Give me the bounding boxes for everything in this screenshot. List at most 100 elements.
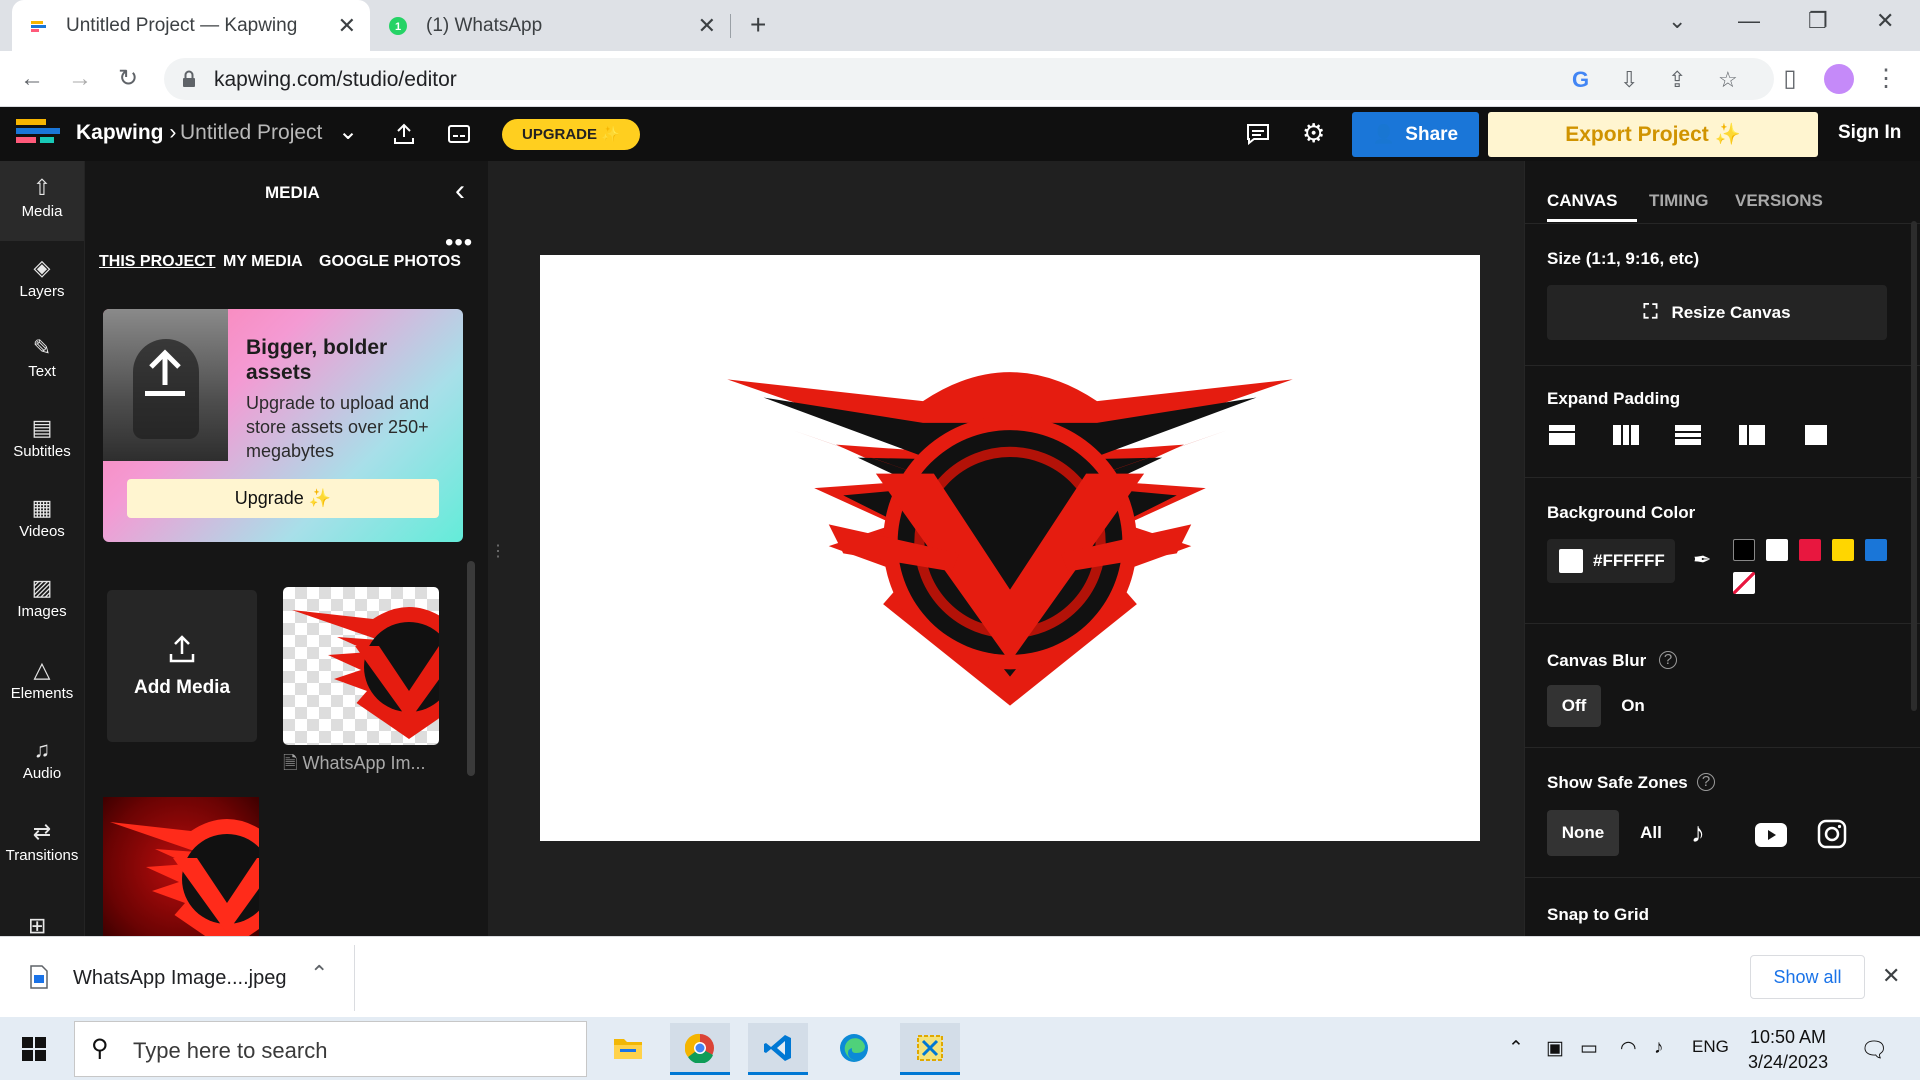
wing-emblem-image[interactable] bbox=[720, 370, 1300, 715]
install-app-icon[interactable]: ⇩ bbox=[1620, 67, 1638, 93]
tab-versions[interactable]: VERSIONS bbox=[1735, 191, 1823, 211]
edge-icon[interactable] bbox=[824, 1023, 884, 1075]
rail-item-audio[interactable]: ♫ Audio bbox=[0, 723, 84, 803]
swatch-yellow[interactable] bbox=[1832, 539, 1854, 561]
blur-off-button[interactable]: Off bbox=[1547, 685, 1601, 727]
url-text: kapwing.com/studio/editor bbox=[214, 68, 457, 91]
panel-scrollbar[interactable] bbox=[467, 561, 475, 776]
comments-icon[interactable] bbox=[1246, 123, 1270, 145]
help-icon[interactable]: ? bbox=[1659, 651, 1677, 669]
google-lens-icon[interactable]: G bbox=[1572, 67, 1589, 93]
taskbar-search-box[interactable]: ⚲ Type here to search bbox=[74, 1021, 587, 1077]
share-page-icon[interactable]: ⇪ bbox=[1668, 67, 1686, 93]
language-indicator[interactable]: ENG bbox=[1692, 1037, 1729, 1057]
profile-avatar[interactable] bbox=[1824, 64, 1854, 94]
eyedropper-icon[interactable]: ✒ bbox=[1693, 547, 1711, 573]
rail-item-images[interactable]: ▨ Images bbox=[0, 561, 84, 641]
properties-scrollbar[interactable] bbox=[1911, 221, 1917, 711]
wifi-icon[interactable]: ◠ bbox=[1620, 1037, 1637, 1060]
swatch-transparent[interactable] bbox=[1733, 572, 1755, 594]
download-file-name[interactable]: WhatsApp Image....jpeg bbox=[73, 967, 286, 990]
swatch-black[interactable] bbox=[1733, 539, 1755, 561]
youtube-icon[interactable] bbox=[1755, 823, 1787, 847]
swatch-blue[interactable] bbox=[1865, 539, 1887, 561]
collapse-panel-chevron-icon[interactable]: ‹ bbox=[455, 174, 465, 208]
tab-google-photos[interactable]: GOOGLE PHOTOS bbox=[319, 253, 461, 271]
show-all-downloads-button[interactable]: Show all bbox=[1750, 955, 1865, 999]
rail-item-transitions[interactable]: ⇄ Transitions bbox=[0, 805, 84, 885]
pad-all-icon[interactable] bbox=[1803, 425, 1829, 445]
share-button[interactable]: 👤 Share bbox=[1352, 112, 1479, 157]
swatch-white[interactable] bbox=[1766, 539, 1788, 561]
brand-name[interactable]: Kapwing › bbox=[76, 121, 176, 145]
chrome-icon[interactable] bbox=[670, 1023, 730, 1075]
minimize-icon[interactable]: — bbox=[1738, 8, 1760, 34]
vscode-icon[interactable] bbox=[748, 1023, 808, 1075]
device-icon[interactable]: ▣ bbox=[1546, 1037, 1564, 1060]
close-tab-icon[interactable]: ✕ bbox=[338, 13, 356, 39]
rail-item-subtitles[interactable]: ▤ Subtitles bbox=[0, 401, 84, 481]
tab-search-chevron-icon[interactable]: ⌄ bbox=[1668, 8, 1686, 34]
resize-handle-icon[interactable]: ⋮ bbox=[490, 541, 506, 561]
rail-item-videos[interactable]: ▦ Videos bbox=[0, 481, 84, 561]
tiktok-icon[interactable]: ♪ bbox=[1691, 817, 1705, 849]
upgrade-button[interactable]: UPGRADE ✨ bbox=[502, 119, 640, 150]
back-icon[interactable]: ← bbox=[16, 63, 48, 95]
swatch-red[interactable] bbox=[1799, 539, 1821, 561]
media-item-thumbnail[interactable] bbox=[103, 797, 259, 937]
pad-left-icon[interactable] bbox=[1739, 425, 1765, 445]
blur-on-button[interactable]: On bbox=[1611, 685, 1655, 727]
help-icon[interactable]: ? bbox=[1697, 773, 1715, 791]
instagram-icon[interactable] bbox=[1817, 819, 1847, 849]
tab-this-project[interactable]: THIS PROJECT bbox=[99, 253, 215, 271]
upsell-upgrade-button[interactable]: Upgrade ✨ bbox=[127, 479, 439, 518]
volume-icon[interactable]: ♪ bbox=[1654, 1037, 1664, 1059]
reload-icon[interactable]: ↻ bbox=[112, 63, 144, 95]
pad-left-right-icon[interactable] bbox=[1613, 425, 1639, 445]
browser-tab-kapwing[interactable]: Untitled Project — Kapwing ✕ bbox=[12, 0, 370, 51]
close-tab-icon[interactable]: ✕ bbox=[698, 13, 716, 39]
show-hidden-icons-chevron-icon[interactable]: ⌃ bbox=[1508, 1037, 1524, 1060]
bookmark-star-icon[interactable]: ☆ bbox=[1718, 67, 1738, 93]
tab-my-media[interactable]: MY MEDIA bbox=[223, 253, 303, 271]
browser-tab-whatsapp[interactable]: 1 (1) WhatsApp ✕ bbox=[372, 0, 730, 51]
browser-menu-icon[interactable]: ⋮ bbox=[1870, 63, 1902, 95]
battery-icon[interactable]: ▭ bbox=[1580, 1037, 1598, 1060]
media-item-thumbnail[interactable] bbox=[283, 587, 439, 745]
settings-gear-icon[interactable]: ⚙ bbox=[1302, 118, 1325, 149]
upload-icon[interactable] bbox=[392, 122, 416, 146]
notifications-icon[interactable]: 🗨 bbox=[1860, 1037, 1888, 1063]
tab-canvas[interactable]: CANVAS bbox=[1547, 191, 1618, 211]
kapwing-logo-icon[interactable] bbox=[16, 119, 60, 149]
project-name[interactable]: Untitled Project bbox=[180, 121, 322, 145]
rail-item-layers[interactable]: ◈ Layers bbox=[0, 241, 84, 321]
side-panel-icon[interactable]: ▯ bbox=[1774, 63, 1806, 95]
pad-top-icon[interactable] bbox=[1549, 425, 1575, 445]
background-hex-input[interactable]: #FFFFFF bbox=[1547, 539, 1675, 583]
tab-timing[interactable]: TIMING bbox=[1649, 191, 1709, 211]
download-options-chevron-icon[interactable]: ⌃ bbox=[310, 961, 328, 987]
editor-canvas[interactable] bbox=[540, 255, 1480, 841]
snipping-tool-icon[interactable] bbox=[900, 1023, 960, 1075]
rail-item-text[interactable]: ✎ Text bbox=[0, 321, 84, 401]
windows-start-icon[interactable] bbox=[22, 1037, 46, 1061]
add-media-button[interactable]: Add Media bbox=[107, 590, 257, 742]
sign-in-link[interactable]: Sign In bbox=[1838, 122, 1901, 144]
rail-item-elements[interactable]: △ Elements bbox=[0, 643, 84, 723]
address-bar[interactable]: kapwing.com/studio/editor G ⇩ ⇪ ☆ bbox=[164, 58, 1774, 100]
taskbar-clock[interactable]: 10:50 AM 3/24/2023 bbox=[1748, 1025, 1828, 1075]
window-close-icon[interactable]: ✕ bbox=[1876, 8, 1894, 34]
safe-zone-all-button[interactable]: All bbox=[1629, 810, 1673, 856]
resize-canvas-button[interactable]: ⛶ Resize Canvas bbox=[1547, 285, 1887, 340]
export-project-button[interactable]: Export Project ✨ bbox=[1488, 112, 1818, 157]
restore-icon[interactable]: ❐ bbox=[1808, 8, 1828, 34]
file-explorer-icon[interactable] bbox=[598, 1023, 658, 1075]
captions-icon[interactable] bbox=[447, 123, 471, 145]
close-shelf-icon[interactable]: ✕ bbox=[1882, 963, 1900, 989]
rail-item-media[interactable]: ⇧ Media bbox=[0, 161, 84, 241]
pad-top-bottom-icon[interactable] bbox=[1675, 425, 1701, 445]
project-menu-chevron-icon[interactable]: ⌄ bbox=[338, 117, 358, 146]
forward-icon[interactable]: → bbox=[64, 63, 96, 95]
new-tab-icon[interactable]: + bbox=[750, 9, 766, 41]
safe-zone-none-button[interactable]: None bbox=[1547, 810, 1619, 856]
